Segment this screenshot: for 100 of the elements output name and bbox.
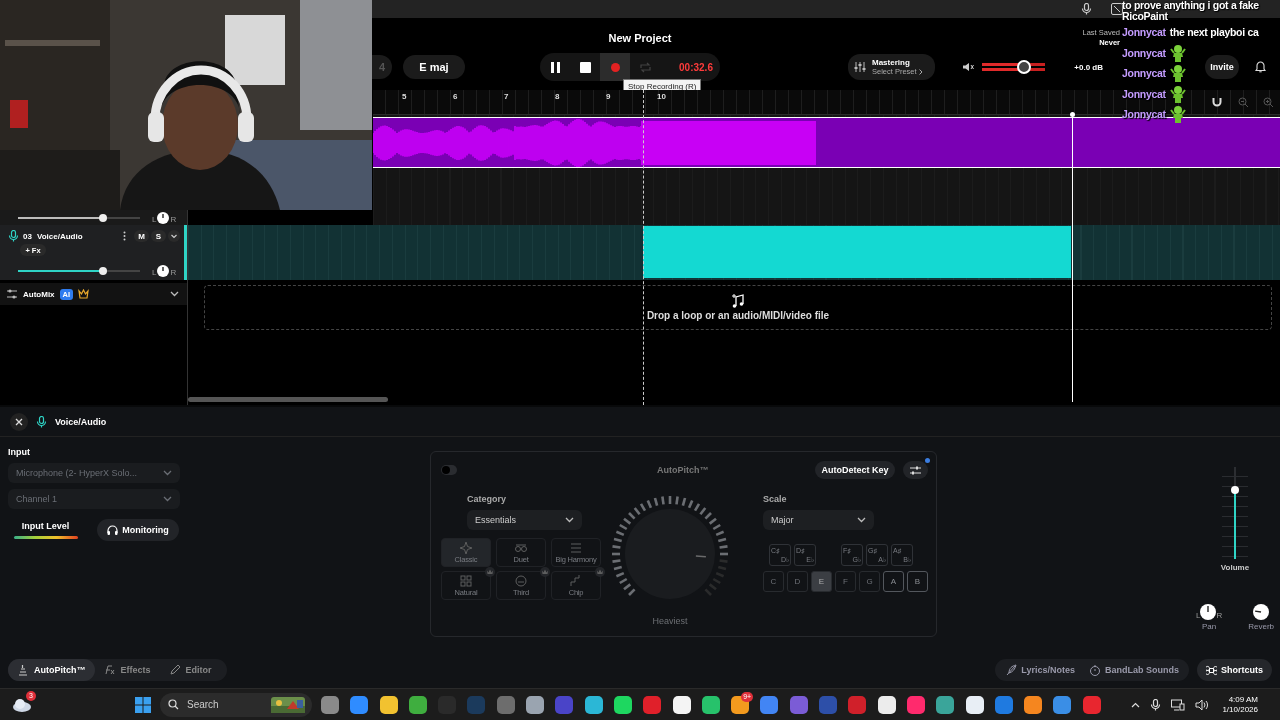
crown-icon xyxy=(485,567,495,577)
drop-zone[interactable]: Drop a loop or an audio/MIDI/video file xyxy=(204,285,1272,330)
note-key[interactable]: C xyxy=(763,571,784,592)
note-key[interactable]: B xyxy=(907,571,928,592)
tab[interactable]: Effects xyxy=(94,659,160,681)
reverb-knob[interactable] xyxy=(1253,604,1270,620)
slider-thumb[interactable] xyxy=(99,213,108,222)
app-icon[interactable] xyxy=(877,695,896,714)
mic-icon[interactable] xyxy=(1150,698,1162,711)
window-icon[interactable] xyxy=(1111,3,1123,15)
solo-button[interactable]: S xyxy=(151,230,166,242)
timer-icon xyxy=(1089,664,1101,676)
project-title: New Project xyxy=(608,31,672,45)
input-label: Input xyxy=(8,447,31,457)
pan-knob[interactable] xyxy=(157,211,170,224)
app-icon[interactable] xyxy=(936,695,955,714)
invite-button[interactable]: Invite xyxy=(1205,55,1239,79)
app-icon[interactable] xyxy=(701,695,720,714)
sliders-icon xyxy=(6,288,18,300)
network-icon[interactable] xyxy=(1171,698,1186,711)
chevron-icon xyxy=(565,517,574,523)
magnet-icon[interactable] xyxy=(1212,97,1222,107)
volume-slider[interactable] xyxy=(982,61,1045,73)
link-button[interactable]: BandLab Sounds xyxy=(1089,664,1179,676)
app-icon[interactable] xyxy=(672,695,691,714)
app-icon[interactable] xyxy=(379,695,398,714)
speaker-icon[interactable] xyxy=(962,62,974,72)
pan-left-label: L xyxy=(1196,612,1201,620)
clock-time[interactable]: 4:09 AM xyxy=(1228,694,1258,705)
note-key[interactable]: D xyxy=(787,571,808,592)
app-icon[interactable] xyxy=(965,695,984,714)
pan-knob[interactable] xyxy=(157,265,170,277)
note-key[interactable]: G xyxy=(859,571,880,592)
note-key[interactable]: E xyxy=(811,571,832,592)
app-icon[interactable] xyxy=(526,695,545,714)
close-button[interactable] xyxy=(10,412,28,431)
bar-number: 5 xyxy=(402,92,407,101)
chevron-icon xyxy=(163,496,172,502)
volume-icon[interactable] xyxy=(1195,698,1209,711)
tab[interactable]: Editor xyxy=(159,659,221,681)
windows-icon xyxy=(135,696,151,713)
shortcuts-button[interactable]: Shortcuts xyxy=(1197,659,1272,681)
tuning-icon xyxy=(17,664,29,676)
cloud-icon xyxy=(12,697,32,712)
pencil-icon xyxy=(168,664,181,676)
toggle-switch[interactable] xyxy=(441,465,457,475)
automix-label: AutoMix xyxy=(23,289,55,299)
monitoring-button[interactable]: Monitoring xyxy=(97,519,179,541)
bar-number: 8 xyxy=(555,92,560,101)
search-field[interactable]: Search xyxy=(185,698,265,711)
slider-thumb[interactable] xyxy=(99,267,108,275)
chat-username: Jonnycat xyxy=(1122,87,1166,100)
device-dropdown[interactable]: Microphone (2- HyperX Solo... xyxy=(8,463,180,483)
notification-dot xyxy=(925,458,930,463)
chat-text: RicoPaint xyxy=(1122,11,1168,22)
start-button[interactable] xyxy=(133,694,153,715)
chevron-icon[interactable] xyxy=(170,291,179,297)
slider-thumb[interactable] xyxy=(1017,60,1032,74)
slider-thumb[interactable] xyxy=(1231,486,1239,494)
settings-button[interactable] xyxy=(903,461,928,479)
search-bar[interactable]: Search xyxy=(160,692,312,717)
gain-readout: +0.0 dB xyxy=(1073,62,1103,72)
scrollbar[interactable] xyxy=(188,397,388,402)
mute-button[interactable]: M xyxy=(134,230,149,242)
app-icon[interactable] xyxy=(408,695,427,714)
clock-date[interactable]: 1/10/2026 xyxy=(1222,704,1258,715)
sliders-icon xyxy=(854,61,866,73)
category-dropdown[interactable]: Essentials xyxy=(467,510,582,530)
app-icon[interactable] xyxy=(1024,695,1043,714)
more-icon[interactable] xyxy=(123,231,126,241)
volume-slider[interactable] xyxy=(18,216,140,219)
scale-dropdown[interactable]: Major xyxy=(763,510,874,530)
app-icon[interactable] xyxy=(613,695,632,714)
link-button[interactable]: Lyrics/Notes xyxy=(1005,664,1075,676)
channel-dropdown[interactable]: Channel 1 xyxy=(8,489,180,509)
audio-clip[interactable] xyxy=(643,226,1071,278)
emote-icon xyxy=(1169,105,1186,124)
key-button[interactable]: E maj xyxy=(403,55,465,79)
glasses-icon xyxy=(515,541,527,554)
tab[interactable]: AutoPitch™ xyxy=(8,659,95,681)
bell-icon[interactable] xyxy=(1255,61,1266,73)
chat-username: Jonnycat xyxy=(1122,46,1166,59)
pan-left-label: L xyxy=(152,215,157,224)
note-key[interactable]: F xyxy=(835,571,856,592)
autodetect-key-button[interactable]: AutoDetect Key xyxy=(815,461,895,479)
bar-number: 10 xyxy=(657,92,666,101)
zoom-in-icon[interactable] xyxy=(1263,97,1273,107)
loop-marker-line[interactable] xyxy=(1070,112,1075,402)
chevron-icon[interactable] xyxy=(1131,701,1141,708)
knob-label: Heaviest xyxy=(652,616,688,626)
playhead-line[interactable] xyxy=(643,90,644,405)
pan-right-label: R xyxy=(170,269,177,277)
note-key[interactable]: A xyxy=(883,571,904,592)
mic-icon[interactable] xyxy=(1081,3,1092,15)
bar-number: 9 xyxy=(606,92,611,101)
time-display: 00:32.6 xyxy=(678,61,714,73)
chevron-icon[interactable] xyxy=(168,230,180,242)
app-icon[interactable] xyxy=(584,695,603,714)
zoom-out-icon[interactable] xyxy=(1238,97,1248,107)
pan-knob[interactable] xyxy=(1200,604,1217,620)
